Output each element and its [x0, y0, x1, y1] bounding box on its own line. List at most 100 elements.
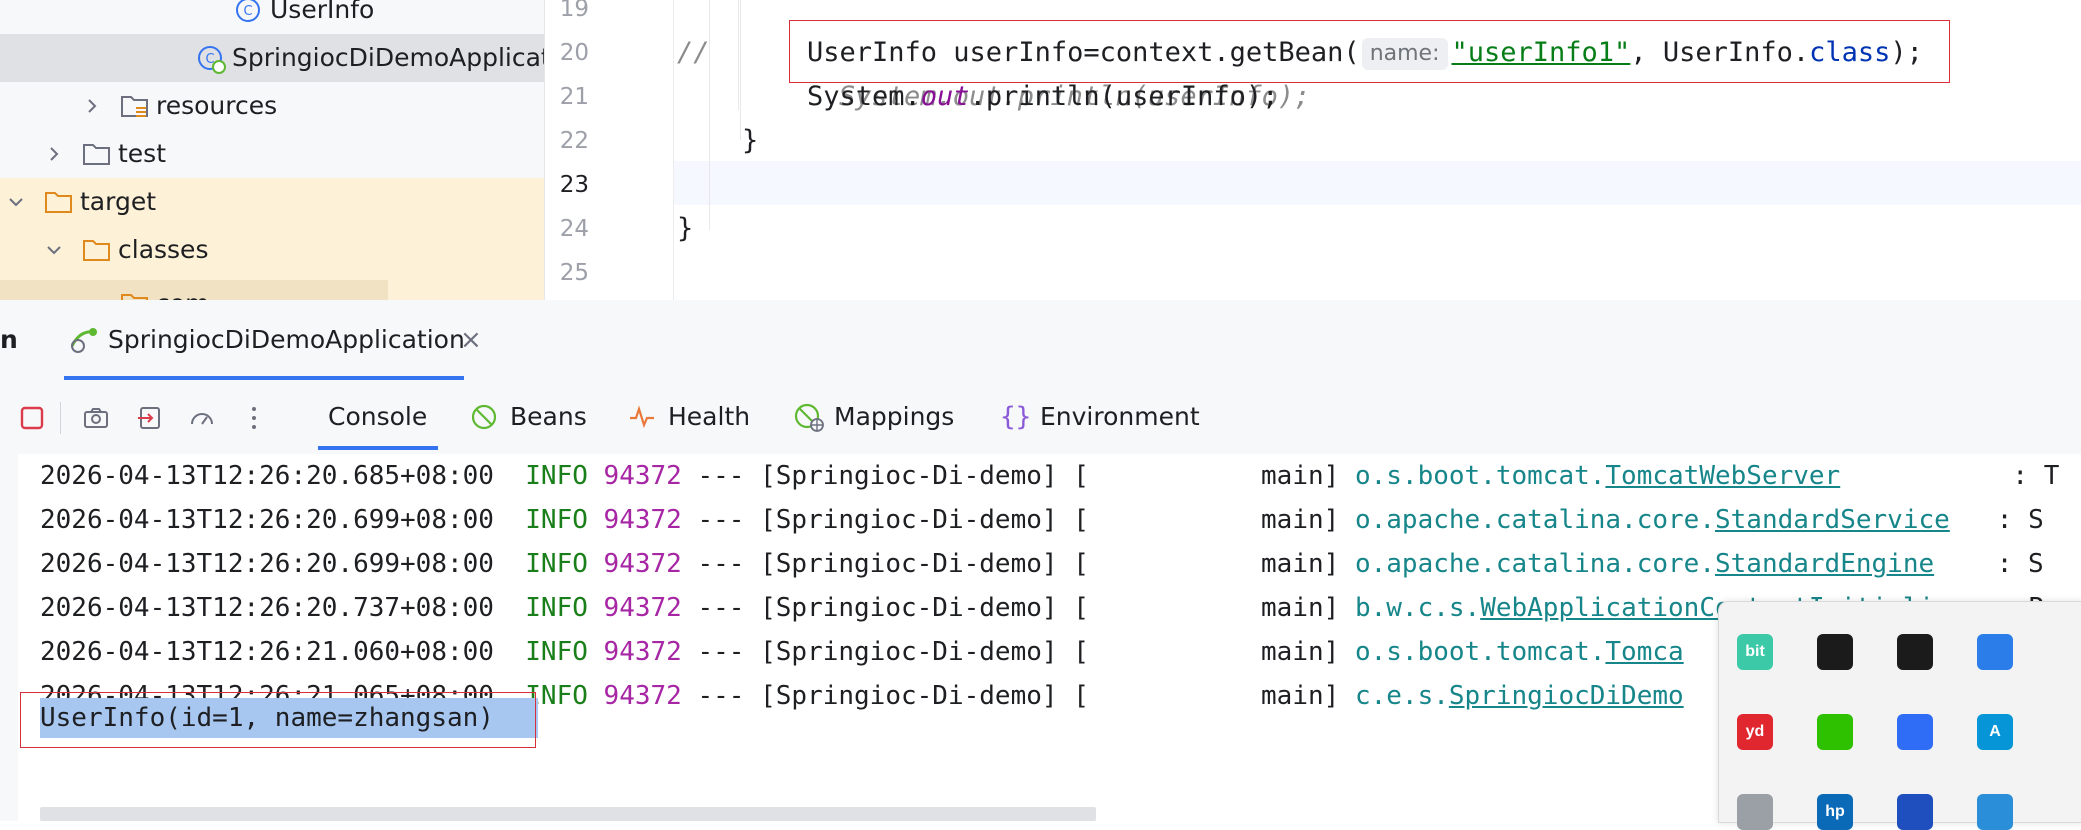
tab-label: Environment	[1040, 402, 1200, 431]
gauge-icon[interactable]	[188, 404, 216, 432]
run-tabs-bar: n SpringiocDiDemoApplication ×	[0, 300, 2081, 380]
hp-icon[interactable]: hp	[1817, 794, 1853, 830]
tree-item-label: classes	[118, 235, 209, 264]
code-token: .println(userInfo);	[969, 81, 1279, 112]
run-label-fragment: n	[0, 325, 18, 354]
screen-app-icon[interactable]	[1977, 634, 2013, 670]
log-timestamp: 2026-04-13T12:26:20.737+08:00	[40, 593, 494, 623]
exit-icon[interactable]	[136, 404, 164, 432]
beans-icon	[471, 404, 497, 430]
log-message: : S	[1934, 549, 2044, 579]
log-logger[interactable]: o.s.boot.tomcat.Tomca	[1355, 637, 1684, 667]
folder-icon	[82, 140, 112, 172]
health-icon	[630, 405, 654, 429]
camera-icon[interactable]	[82, 404, 110, 432]
log-timestamp: 2026-04-13T12:26:20.685+08:00	[40, 461, 494, 491]
log-logger[interactable]: o.s.boot.tomcat.TomcatWebServer	[1355, 461, 1840, 491]
youdao-icon[interactable]: yd	[1737, 714, 1773, 750]
mappings-icon	[794, 403, 824, 432]
log-level: INFO	[525, 637, 588, 667]
log-separator: ---	[697, 505, 745, 535]
log-message: : T	[1840, 461, 2060, 491]
annotation-box-getbean	[789, 20, 1950, 83]
stop-icon[interactable]	[18, 404, 46, 432]
spring-boot-class-icon: C	[196, 44, 226, 78]
log-pid: 94372	[603, 549, 682, 579]
log-message: : S	[1949, 505, 2044, 535]
logger-prefix: o.s.boot.tomcat.	[1354, 461, 1606, 491]
tree-item-target[interactable]: target	[0, 178, 544, 226]
log-level: INFO	[525, 593, 588, 623]
logger-class-link[interactable]: Tomca	[1605, 637, 1683, 667]
feishu-icon[interactable]	[1897, 714, 1933, 750]
log-app-name: [Springioc-Di-demo]	[760, 637, 1058, 667]
log-thread: [ main]	[1073, 461, 1340, 491]
logger-class-link[interactable]: StandardService	[1715, 505, 1950, 535]
log-level: INFO	[525, 461, 588, 491]
game-controller-icon[interactable]	[1817, 634, 1853, 670]
excluded-folder-icon	[120, 290, 150, 300]
log-app-name: [Springioc-Di-demo]	[760, 593, 1058, 623]
tree-item-com[interactable]: com	[0, 280, 388, 300]
logger-class-link[interactable]: StandardEngine	[1715, 549, 1934, 579]
disabled-app-icon[interactable]	[1737, 794, 1773, 830]
tree-item-classes[interactable]: classes	[0, 226, 544, 274]
log-line[interactable]: 2026-04-13T12:26:21.060+08:00 INFO 94372…	[40, 630, 1684, 674]
log-pid: 94372	[603, 593, 682, 623]
tree-item-label: com	[156, 280, 209, 300]
chevron-down-icon[interactable]	[44, 240, 64, 260]
horizontal-scrollbar[interactable]	[40, 807, 1096, 821]
tree-item-resources[interactable]: resources	[0, 82, 544, 130]
tab-label: Mappings	[834, 402, 955, 431]
tree-item-label: target	[80, 187, 157, 216]
log-thread: [ main]	[1073, 593, 1340, 623]
tree-item-label: UserInfo	[270, 0, 375, 24]
excluded-folder-icon	[44, 188, 74, 220]
logger-prefix: o.apache.catalina.core.	[1354, 505, 1715, 535]
log-timestamp: 2026-04-13T12:26:20.699+08:00	[40, 505, 494, 535]
log-logger[interactable]: o.apache.catalina.core.StandardEngine	[1355, 549, 1934, 579]
security-icon[interactable]	[1977, 794, 2013, 830]
tree-item-springioc-app[interactable]: C SpringiocDiDemoApplicatic	[0, 34, 544, 82]
log-thread: [ main]	[1073, 505, 1340, 535]
logger-class-link[interactable]: SpringiocDiDemo	[1449, 681, 1684, 711]
chevron-right-icon[interactable]	[82, 96, 102, 116]
tab-label: Beans	[510, 402, 587, 431]
tab-console[interactable]: Console	[328, 380, 427, 454]
log-timestamp: 2026-04-13T12:26:20.699+08:00	[40, 549, 494, 579]
log-separator: ---	[697, 681, 745, 711]
log-line[interactable]: 2026-04-13T12:26:20.685+08:00 INFO 94372…	[40, 454, 2059, 498]
tree-item-userinfo[interactable]: C UserInfo	[0, 0, 544, 34]
autodesk-icon[interactable]: A	[1977, 714, 2013, 750]
run-toolbar: Console Beans Health Mappings {} Environ…	[0, 380, 2081, 454]
wechat-icon[interactable]	[1817, 714, 1853, 750]
logger-prefix: o.s.boot.tomcat.	[1354, 637, 1606, 667]
logger-prefix: b.w.c.s.	[1354, 593, 1481, 623]
close-tab-icon[interactable]: ×	[460, 320, 482, 360]
run-tab-label: SpringiocDiDemoApplication	[108, 325, 465, 354]
tree-item-test[interactable]: test	[0, 130, 544, 178]
tree-item-label: test	[118, 139, 167, 168]
class-icon: C	[234, 0, 262, 28]
code-line-22: }	[545, 119, 2081, 163]
log-app-name: [Springioc-Di-demo]	[760, 461, 1058, 491]
log-line[interactable]: 2026-04-13T12:26:20.699+08:00 INFO 94372…	[40, 498, 2044, 542]
code-editor[interactable]: 19 20 21 22 23 24 25 // System.out.print…	[545, 0, 2081, 300]
log-separator: ---	[697, 593, 745, 623]
logger-class-link[interactable]: TomcatWebServer	[1605, 461, 1840, 491]
log-logger[interactable]: o.apache.catalina.core.StandardService	[1355, 505, 1950, 535]
more-options-icon[interactable]	[240, 404, 268, 432]
chevron-down-icon[interactable]	[6, 192, 26, 212]
notes-app-icon[interactable]	[1897, 634, 1933, 670]
bit-icon[interactable]: bit	[1737, 634, 1773, 670]
link-app-icon[interactable]	[1897, 794, 1933, 830]
log-thread: [ main]	[1073, 681, 1340, 711]
code-token: }	[742, 125, 759, 156]
log-separator: ---	[697, 637, 745, 667]
chevron-right-icon[interactable]	[44, 144, 64, 164]
log-separator: ---	[697, 549, 745, 579]
log-timestamp: 2026-04-13T12:26:21.060+08:00	[40, 637, 494, 667]
current-line-highlight	[545, 161, 2081, 205]
log-line[interactable]: 2026-04-13T12:26:20.699+08:00 INFO 94372…	[40, 542, 2044, 586]
log-logger[interactable]: c.e.s.SpringiocDiDemo	[1355, 681, 1684, 711]
